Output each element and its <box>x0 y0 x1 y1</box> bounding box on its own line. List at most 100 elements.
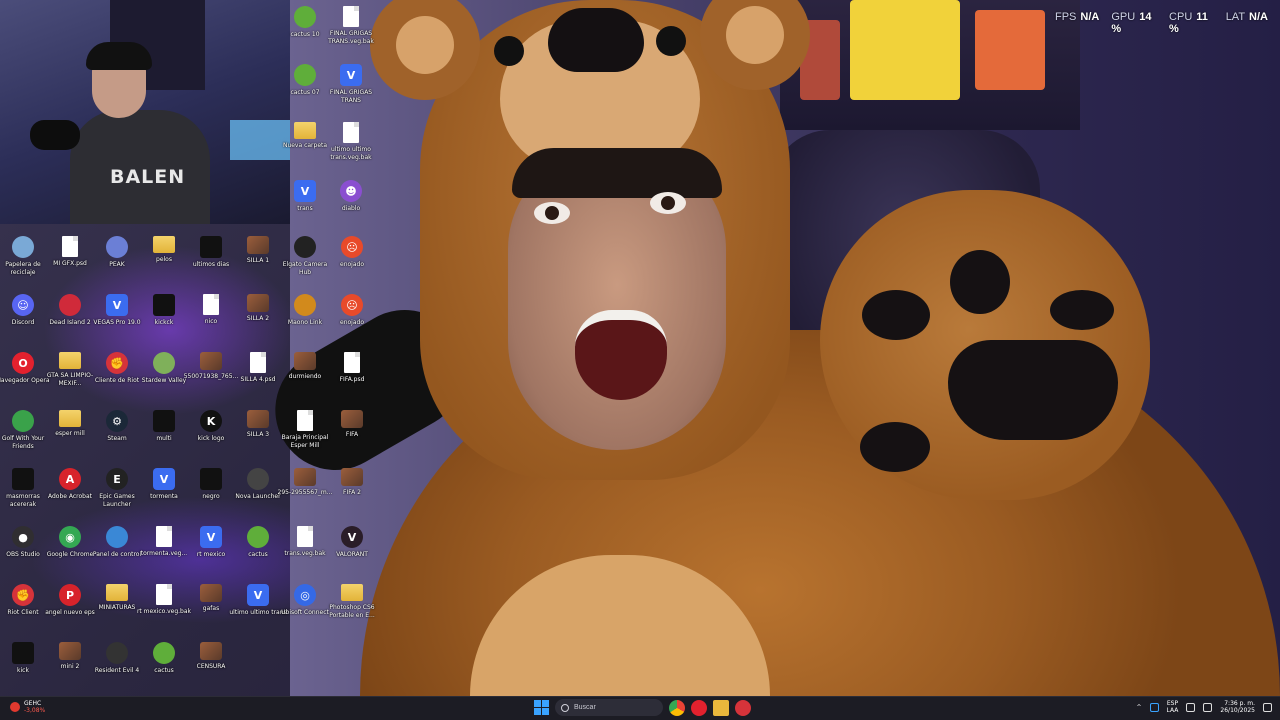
desktop-icon[interactable]: Photoshop CS6 Portable en E... <box>323 584 381 619</box>
golf-icon <box>12 410 34 432</box>
stock-down-icon <box>10 702 20 712</box>
stock-name: GEHC <box>24 700 42 707</box>
hud-gpu: GPU 14 % <box>1111 11 1152 35</box>
cactus-icon <box>294 64 316 86</box>
desktop-icon-label: FIFA.psd <box>339 376 365 383</box>
desktop-icon-label: VALORANT <box>336 551 368 558</box>
opera-taskbar-icon[interactable] <box>691 699 707 716</box>
desktop-icon-label: CENSURA <box>196 663 226 670</box>
taskbar-widget-stock[interactable]: GEHC -3,08% <box>10 700 45 714</box>
video-icon <box>153 410 175 432</box>
document-icon <box>297 410 313 431</box>
hud-cpu: CPU 11 % <box>1169 11 1208 35</box>
desktop-icon[interactable]: V FINAL GRIGAS TRANS <box>322 64 380 104</box>
valorant-icon: V <box>341 526 363 548</box>
riot-taskbar-icon[interactable] <box>735 699 751 716</box>
control-panel-icon <box>106 526 128 548</box>
video-icon <box>153 294 175 316</box>
desktop-icon[interactable]: ultimo ultimo trans.veg.bak <box>322 122 380 161</box>
webcam-overlay: BALEN <box>0 0 290 224</box>
desktop-icon[interactable]: FIFA <box>323 410 381 439</box>
riot-icon: ✊ <box>12 584 34 606</box>
bear-eye-right <box>656 26 686 56</box>
document-icon <box>250 352 266 373</box>
network-icon[interactable] <box>1186 702 1196 712</box>
nova-icon <box>247 468 269 490</box>
desktop-icon[interactable]: FINAL GRIGAS TRANS.veg.bak <box>322 6 380 45</box>
desktop-icon[interactable]: ☹ enojado <box>323 294 381 327</box>
webcam-shirt-text: BALEN <box>110 166 186 188</box>
stardew-icon <box>153 352 175 374</box>
elgato-icon <box>294 236 316 258</box>
desktop-icon[interactable]: FIFA 2 <box>323 468 381 497</box>
opera-icon: O <box>12 352 34 374</box>
desktop-icon-label: diablo <box>341 205 361 212</box>
vegas-icon: V <box>106 294 128 316</box>
image-icon <box>294 352 316 370</box>
desktop-icon-label: FIFA <box>345 431 359 438</box>
chrome-taskbar-icon[interactable] <box>669 699 685 716</box>
desktop-icon-label: FIFA 2 <box>343 489 361 496</box>
desktop-icon-label: FINAL GRIGAS TRANS.veg.bak <box>328 30 374 45</box>
devil-emoji-icon: ☻ <box>340 180 362 202</box>
document-icon <box>203 294 219 315</box>
obs-icon: ● <box>12 526 34 548</box>
taskbar: GEHC -3,08% Buscar ^ ESP LAA 7:36 p. m. 26… <box>0 696 1280 720</box>
desktop-icon[interactable]: FIFA.psd <box>323 352 381 384</box>
resident-evil-icon <box>106 642 128 664</box>
desktop-icon[interactable]: V VALORANT <box>323 526 381 559</box>
cactus-icon <box>247 526 269 548</box>
vegas-icon: V <box>200 526 222 548</box>
desktop-icon[interactable]: ☻ diablo <box>322 180 380 213</box>
bear-eye-left <box>494 36 524 66</box>
angry-emoji-icon: ☹ <box>341 294 363 316</box>
notifications-icon[interactable] <box>1263 702 1272 712</box>
video-icon <box>200 236 222 258</box>
ubisoft-icon: ◎ <box>294 584 316 606</box>
file-explorer-taskbar-icon[interactable] <box>713 699 729 716</box>
desktop-icon-label: enojado <box>340 261 364 268</box>
folder-icon <box>59 410 81 427</box>
start-button[interactable] <box>533 700 549 716</box>
peak-game-icon <box>106 236 128 258</box>
image-icon <box>59 642 81 660</box>
chevron-up-icon[interactable]: ^ <box>1137 704 1142 711</box>
document-icon <box>297 526 313 547</box>
hud-lat: LAT N/A <box>1225 11 1268 23</box>
black-image-icon <box>200 468 222 490</box>
taskbar-apps: Buscar <box>533 699 751 716</box>
desktop-icon[interactable]: ☹ enojado <box>323 236 381 269</box>
image-icon <box>247 236 269 254</box>
document-icon <box>343 122 359 143</box>
image-icon <box>247 294 269 312</box>
system-tray: ^ ESP LAA 7:36 p. m. 26/10/2025 <box>1137 700 1272 714</box>
cactus-icon <box>153 642 175 664</box>
folder-icon <box>341 584 363 601</box>
image-icon <box>247 410 269 428</box>
desktop-icon-label: FINAL GRIGAS TRANS <box>329 89 373 104</box>
volume-icon[interactable] <box>1203 702 1213 712</box>
image-icon <box>200 584 222 602</box>
clock[interactable]: 7:36 p. m. 26/10/2025 <box>1220 700 1255 714</box>
desktop-icon-label: enojado <box>340 319 364 326</box>
desktop-icon-label: ultimo ultimo trans.veg.bak <box>330 146 372 161</box>
recycle-bin-icon <box>12 236 34 258</box>
pdf-icon: P <box>59 584 81 606</box>
streamer-hair <box>512 148 722 198</box>
document-icon <box>156 526 172 547</box>
angry-emoji-icon: ☹ <box>341 236 363 258</box>
bear-nose <box>548 8 644 72</box>
taskbar-search[interactable]: Buscar <box>555 699 663 716</box>
document-icon <box>62 236 78 257</box>
streamer-mouth <box>575 310 667 400</box>
bear-paw <box>820 190 1150 500</box>
maono-icon <box>294 294 316 316</box>
epic-icon: E <box>106 468 128 490</box>
desktop-icon[interactable]: CENSURA <box>182 642 240 671</box>
image-icon <box>341 468 363 486</box>
image-icon <box>200 642 222 660</box>
folder-icon <box>294 122 316 139</box>
language-indicator[interactable]: ESP LAA <box>1167 700 1179 714</box>
tray-app-icon[interactable] <box>1149 702 1159 712</box>
folder-icon <box>106 584 128 601</box>
